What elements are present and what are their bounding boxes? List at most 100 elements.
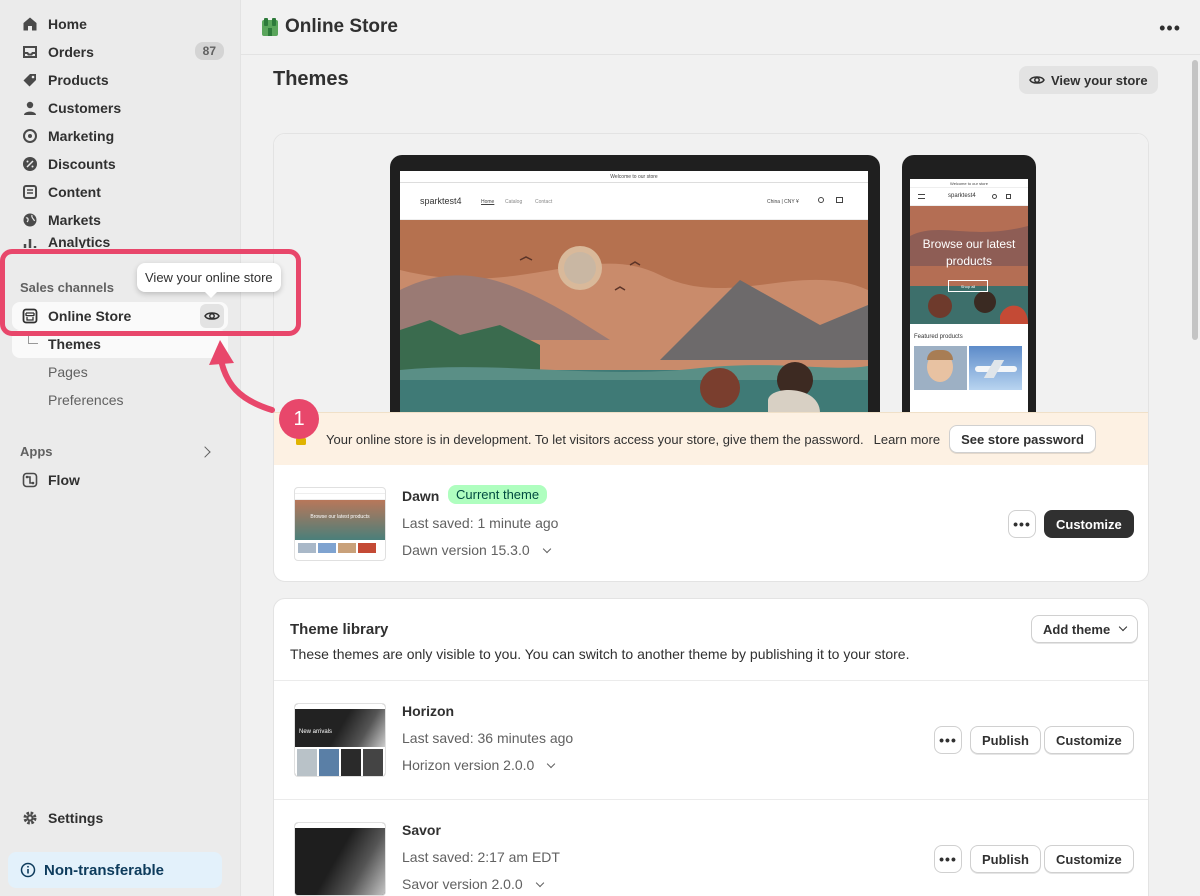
savor-customize-button[interactable]: Customize <box>1044 845 1134 873</box>
chevron-right-icon[interactable] <box>199 446 211 458</box>
savor-theme-name: Savor <box>402 822 441 838</box>
step-number-badge: 1 <box>279 399 319 439</box>
view-store-label: View your store <box>1051 72 1148 88</box>
see-store-password-button[interactable]: See store password <box>949 425 1096 453</box>
theme-library-title: Theme library <box>290 621 389 638</box>
nav-markets[interactable]: Markets <box>12 206 228 234</box>
nav-content-label: Content <box>48 184 101 200</box>
horizon-more-actions-button[interactable]: ••• <box>934 726 962 754</box>
preview-search-icon <box>818 197 824 203</box>
nav-pages[interactable]: Pages <box>12 358 228 386</box>
dawn-thumbnail: Browse our latest products <box>294 487 386 561</box>
nav-online-store[interactable]: Online Store <box>12 302 228 330</box>
annotation-arrow-icon <box>209 340 275 413</box>
dawn-thumb-headline: Browse our latest products <box>310 514 370 520</box>
library-theme-row: Savor Last saved: 2:17 am EDT Savor vers… <box>274 799 1148 896</box>
page-title: Themes <box>273 68 349 90</box>
dawn-more-actions-button[interactable]: ••• <box>1008 510 1036 538</box>
preview-nav-catalog: Catalog <box>505 199 523 205</box>
nav-preferences[interactable]: Preferences <box>12 386 228 414</box>
horizon-last-saved: Last saved: 36 minutes ago <box>402 730 574 746</box>
dawn-last-saved: Last saved: 1 minute ago <box>402 515 559 531</box>
view-online-store-tooltip: View your online store <box>137 263 281 298</box>
savor-version-toggle[interactable]: Savor version 2.0.0 <box>402 876 544 892</box>
current-theme-row: Browse our latest products Dawn Current … <box>274 465 1148 581</box>
mobile-menu-icon <box>918 194 925 199</box>
library-theme-row: New arrivals Horizon Last saved: 36 minu… <box>274 680 1148 798</box>
horizon-thumbnail: New arrivals <box>294 703 386 777</box>
flow-icon <box>20 470 40 490</box>
learn-more-link[interactable]: Learn more <box>874 432 940 447</box>
target-icon <box>20 126 40 146</box>
horizon-theme-name: Horizon <box>402 703 455 719</box>
nav-marketing-label: Marketing <box>48 128 115 144</box>
horizon-publish-button[interactable]: Publish <box>970 726 1041 754</box>
nav-content[interactable]: Content <box>12 178 228 206</box>
info-icon <box>20 862 36 878</box>
nav-flow[interactable]: Flow <box>12 466 228 494</box>
mobile-hero: Browse our latest products Shop all <box>910 206 1028 324</box>
nav-discounts[interactable]: Discounts <box>12 150 228 178</box>
apps-heading[interactable]: Apps <box>20 444 53 459</box>
nav-marketing[interactable]: Marketing <box>12 122 228 150</box>
nav-home-label: Home <box>48 16 87 32</box>
horizon-customize-button[interactable]: Customize <box>1044 726 1134 754</box>
sales-channels-heading: Sales channels <box>20 280 114 295</box>
nav-orders[interactable]: Orders 87 <box>12 38 228 66</box>
savor-publish-button[interactable]: Publish <box>970 845 1041 873</box>
main-content: Online Store ••• Themes View your store … <box>240 0 1200 896</box>
nav-pages-label: Pages <box>48 364 88 380</box>
savor-version: Savor version 2.0.0 <box>402 876 523 892</box>
nav-settings[interactable]: Settings <box>12 804 228 832</box>
store-icon <box>20 306 40 326</box>
nav-preferences-label: Preferences <box>48 392 124 408</box>
nav-products[interactable]: Products <box>12 66 228 94</box>
chevron-down-icon <box>535 878 544 888</box>
non-transferable-badge[interactable]: Non-transferable <box>8 852 222 888</box>
nav-themes-label: Themes <box>48 336 101 352</box>
more-actions-icon[interactable]: ••• <box>1159 18 1181 39</box>
view-store-button[interactable]: View your store <box>1019 66 1158 94</box>
topbar-title: Online Store <box>285 16 398 37</box>
tag-icon <box>20 70 40 90</box>
preview-nav-home: Home <box>481 199 495 205</box>
nav-flow-label: Flow <box>48 472 80 488</box>
content-icon <box>20 182 40 202</box>
mobile-announcement: Welcome to our store <box>910 179 1028 188</box>
nav-analytics[interactable]: Analytics <box>12 234 228 248</box>
mobile-cart-icon <box>1006 194 1011 199</box>
nav-themes[interactable]: Themes <box>12 330 228 358</box>
add-theme-button[interactable]: Add theme <box>1031 615 1139 643</box>
mobile-search-icon <box>992 194 997 199</box>
globe-icon <box>20 210 40 230</box>
discount-icon <box>20 154 40 174</box>
chart-icon <box>20 234 40 248</box>
eye-icon[interactable] <box>200 304 224 328</box>
eye-icon <box>1029 76 1045 84</box>
mobile-preview: Welcome to our store sparktest4 Browse o… <box>902 155 1036 413</box>
nav-home[interactable]: Home <box>12 10 228 38</box>
nav-online-store-label: Online Store <box>48 308 132 324</box>
theme-preview: Welcome to our store sparktest4 Home Cat… <box>274 134 1148 413</box>
home-icon <box>20 14 40 34</box>
chevron-down-icon <box>1118 622 1128 632</box>
hero-illustration <box>400 220 868 413</box>
non-transferable-label: Non-transferable <box>44 861 165 879</box>
preview-cart-icon <box>836 197 843 203</box>
nav-settings-label: Settings <box>48 810 104 826</box>
savor-more-actions-button[interactable]: ••• <box>934 845 962 873</box>
dawn-customize-button[interactable]: Customize <box>1044 510 1134 538</box>
mobile-headline: Browse our latest products <box>922 237 1016 268</box>
dawn-version: Dawn version 15.3.0 <box>402 542 530 558</box>
nav-customers[interactable]: Customers <box>12 94 228 122</box>
current-theme-card: Welcome to our store sparktest4 Home Cat… <box>273 133 1149 582</box>
top-bar: Online Store ••• <box>241 0 1200 55</box>
horizon-version-toggle[interactable]: Horizon version 2.0.0 <box>402 757 556 773</box>
preview-announcement: Welcome to our store <box>400 171 868 183</box>
dawn-version-toggle[interactable]: Dawn version 15.3.0 <box>402 542 551 558</box>
product-photo-boy <box>914 346 967 390</box>
scrollbar[interactable] <box>1192 60 1198 340</box>
theme-library-description: These themes are only visible to you. Yo… <box>290 646 910 662</box>
savor-thumbnail <box>294 822 386 896</box>
mobile-shop-all: Shop all <box>948 280 988 292</box>
